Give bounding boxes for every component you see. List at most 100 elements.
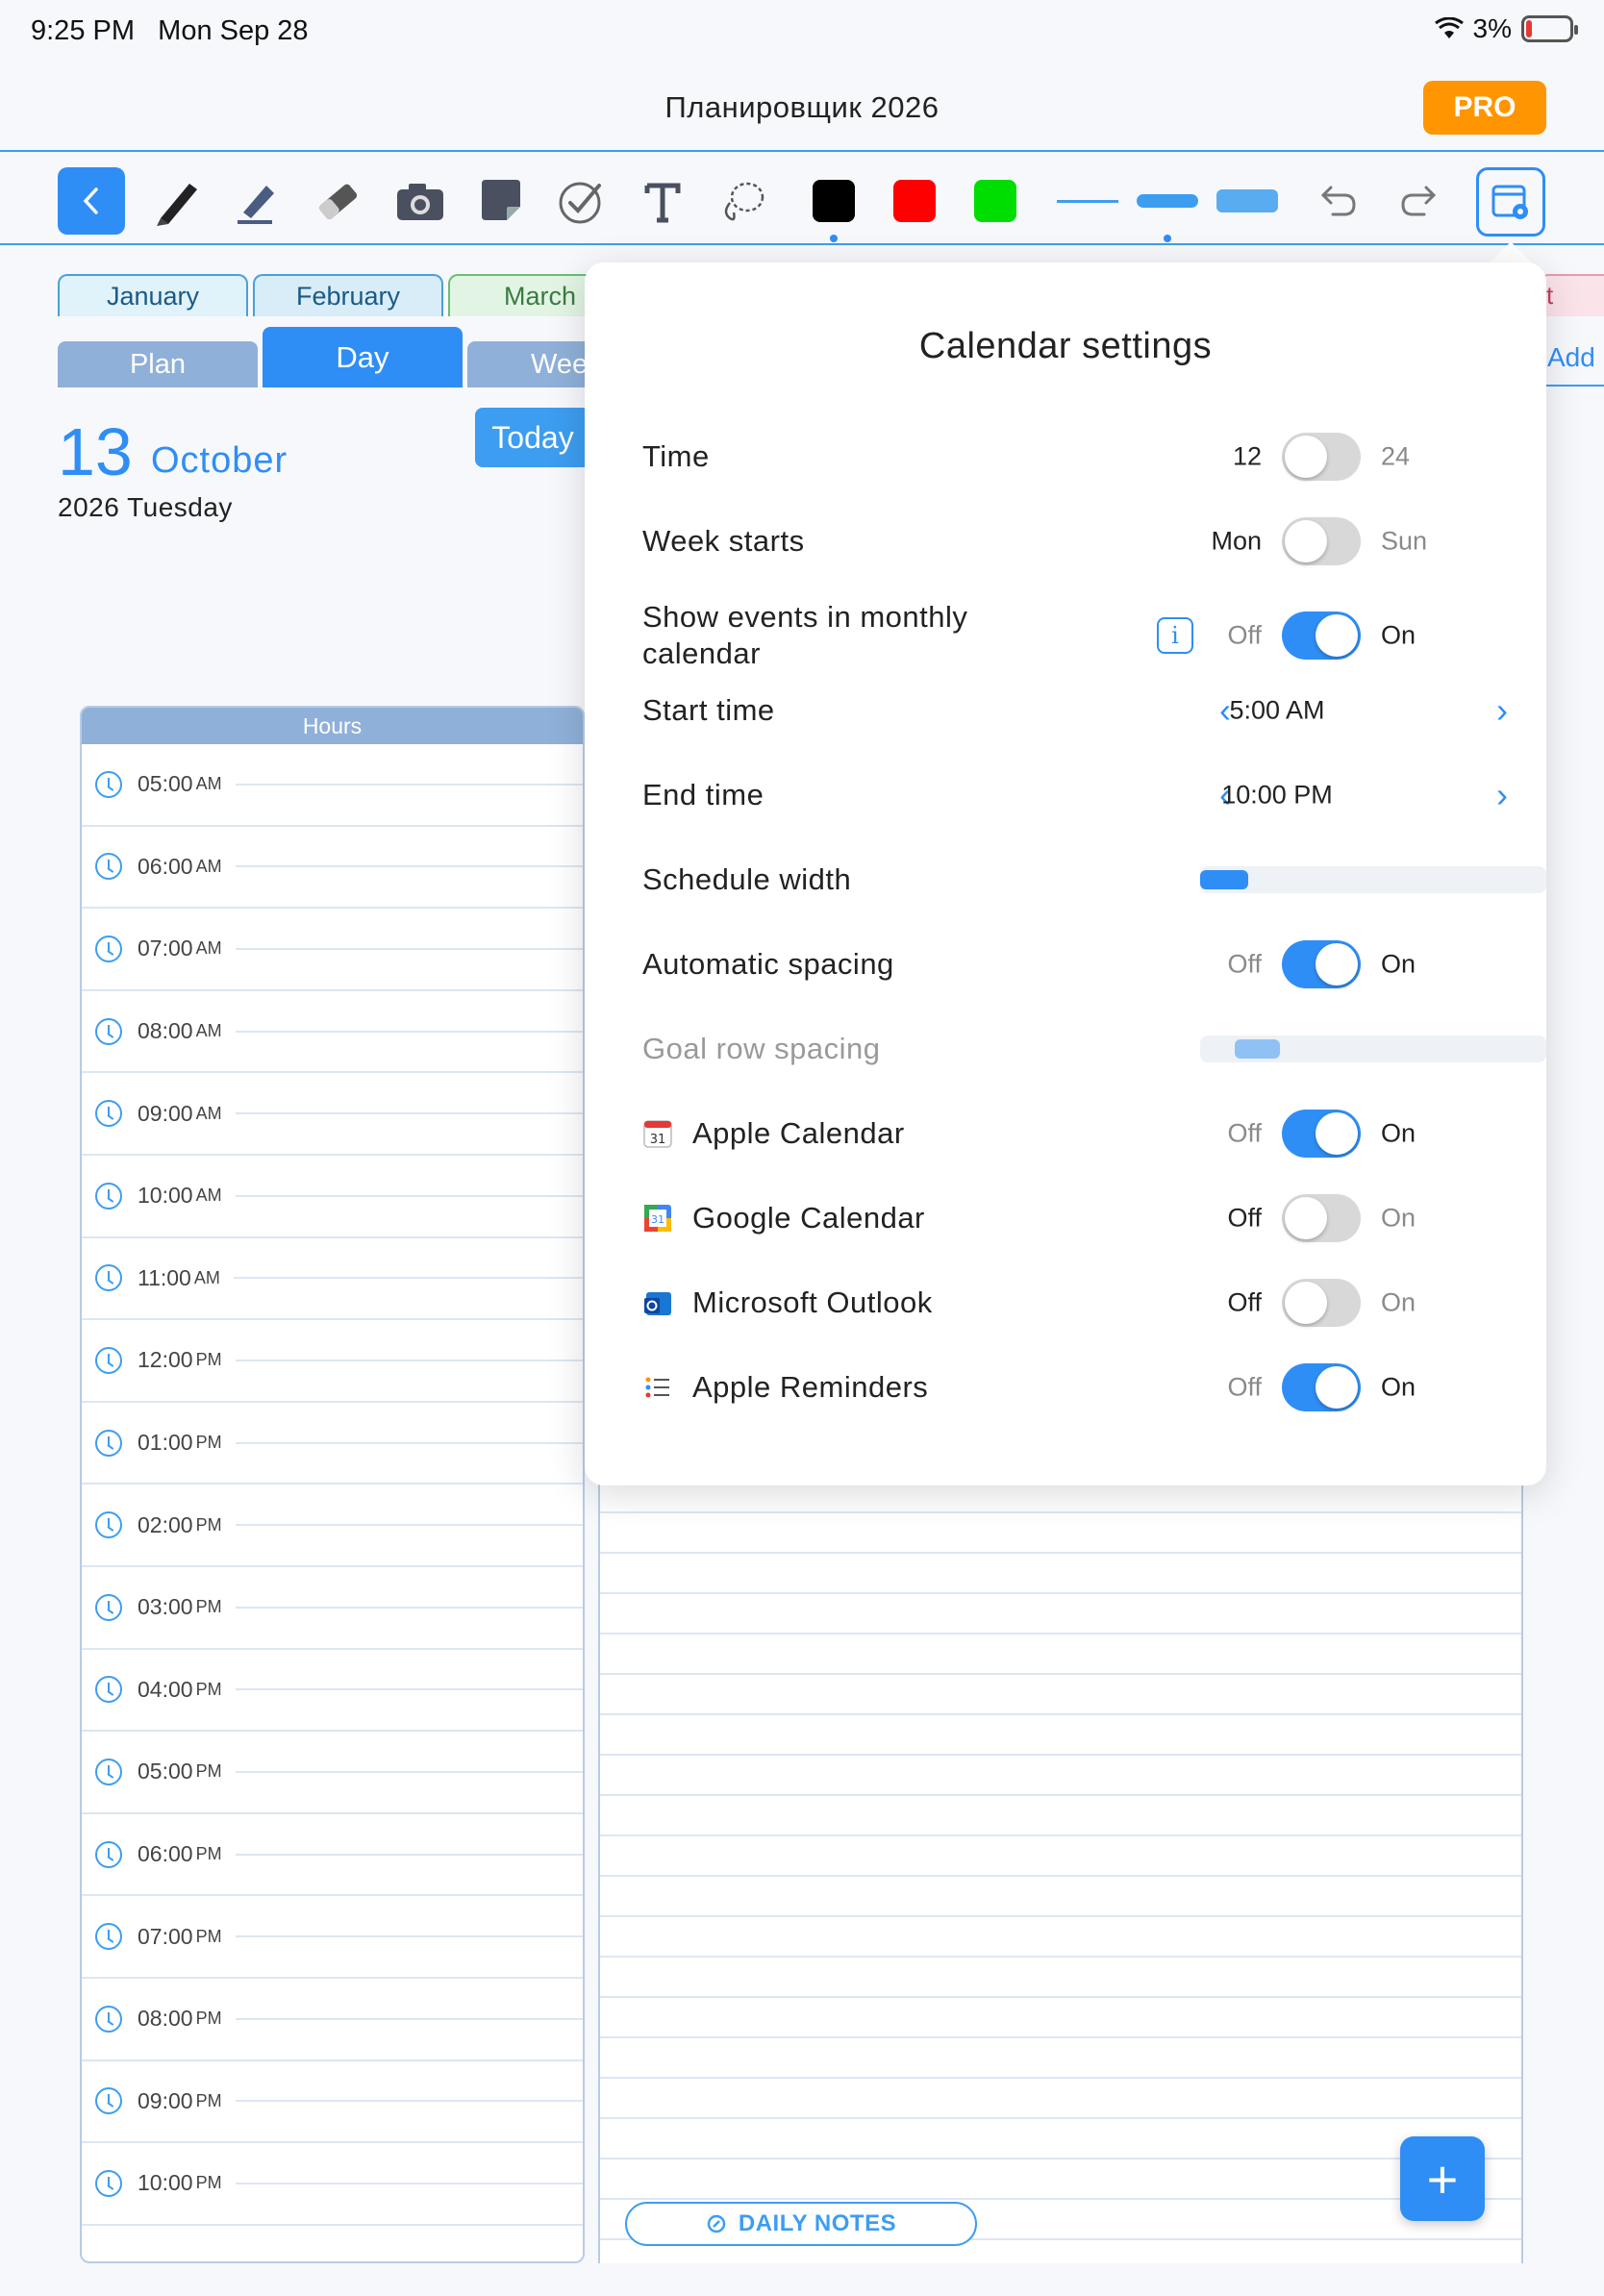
- hour-row[interactable]: 11:00 AM: [82, 1238, 583, 1321]
- chevron-left-icon: [83, 187, 98, 214]
- hour-time: 05:00: [138, 771, 193, 797]
- apple-calendar-toggle[interactable]: [1282, 1110, 1361, 1158]
- hour-row[interactable]: 08:00 AM: [82, 991, 583, 1074]
- schedule-width-slider[interactable]: [1200, 866, 1546, 893]
- outlook-icon: [644, 1292, 671, 1315]
- pro-button[interactable]: PRO: [1423, 81, 1546, 135]
- clock-icon: [95, 1264, 122, 1292]
- clock-icon: [95, 2005, 122, 2033]
- hour-row[interactable]: 03:00 PM: [82, 1567, 583, 1650]
- auto-spacing-toggle[interactable]: [1282, 940, 1361, 988]
- hour-line: [235, 1606, 583, 1609]
- notes-icon: [707, 2214, 726, 2234]
- end-time-value: 10:00 PM: [1221, 780, 1333, 810]
- setting-auto-spacing: Automatic spacing Off On: [642, 936, 1508, 993]
- week-start-toggle[interactable]: [1282, 517, 1361, 565]
- stroke-thin[interactable]: [1054, 167, 1121, 235]
- back-button[interactable]: [58, 167, 125, 235]
- google-calendar-toggle[interactable]: [1282, 1194, 1361, 1242]
- hour-row[interactable]: 09:00 AM: [82, 1073, 583, 1156]
- hour-time: 09:00: [138, 2087, 193, 2113]
- clock-icon: [95, 1923, 122, 1951]
- hour-line: [235, 1194, 583, 1197]
- add-fab-button[interactable]: +: [1400, 2136, 1485, 2221]
- hour-row[interactable]: 01:00 PM: [82, 1403, 583, 1485]
- tab-january[interactable]: January: [58, 274, 248, 316]
- tab-day[interactable]: Day: [263, 327, 463, 387]
- setting-apple-reminders: Apple Reminders Off On: [642, 1359, 1508, 1416]
- start-time-next-chevron-icon[interactable]: ›: [1496, 690, 1508, 731]
- setting-start-time-label: Start time: [642, 693, 775, 727]
- info-icon[interactable]: i: [1157, 617, 1193, 654]
- hour-row[interactable]: 07:00 AM: [82, 909, 583, 991]
- hour-line: [233, 1277, 583, 1280]
- tab-february[interactable]: February: [253, 274, 443, 316]
- calendar-gear-icon: [1491, 185, 1528, 219]
- hour-row[interactable]: 10:00 PM: [82, 2143, 583, 2226]
- hour-row[interactable]: 09:00 PM: [82, 2061, 583, 2144]
- stroke-thick[interactable]: [1214, 167, 1281, 235]
- setting-reminders-label: Apple Reminders: [692, 1370, 929, 1404]
- clock-icon: [95, 2087, 122, 2115]
- hour-row[interactable]: 05:00 PM: [82, 1732, 583, 1814]
- undo-button[interactable]: [1305, 167, 1372, 235]
- setting-show-events-label: Show events in monthly calendar: [642, 600, 968, 670]
- hour-time: 08:00: [138, 1018, 193, 1044]
- hour-ampm: AM: [193, 1267, 220, 1287]
- wifi-icon: [1434, 17, 1464, 38]
- stroke-medium[interactable]: [1131, 167, 1204, 242]
- tab-march[interactable]: March: [448, 274, 602, 316]
- reminders-on-label: On: [1381, 1372, 1416, 1402]
- outlook-toggle[interactable]: [1282, 1279, 1361, 1327]
- sticker-tool[interactable]: [467, 167, 535, 235]
- redo-button[interactable]: [1385, 167, 1452, 235]
- title-bar: Планировщик 2026 PRO: [0, 60, 1604, 152]
- reminders-toggle[interactable]: [1282, 1363, 1361, 1411]
- add-link[interactable]: Add: [1547, 342, 1595, 373]
- hour-row[interactable]: 02:00 PM: [82, 1485, 583, 1567]
- pen-tool[interactable]: [144, 167, 212, 235]
- week-sun-label: Sun: [1381, 526, 1428, 556]
- color-green[interactable]: [962, 167, 1029, 235]
- hour-time: 09:00: [138, 1100, 193, 1126]
- app-title: Планировщик 2026: [664, 90, 940, 124]
- color-black[interactable]: [800, 167, 867, 242]
- end-time-next-chevron-icon[interactable]: ›: [1496, 775, 1508, 815]
- hour-row[interactable]: 04:00 PM: [82, 1650, 583, 1733]
- eraser-tool[interactable]: [304, 167, 371, 235]
- hour-ampm: PM: [195, 1433, 222, 1453]
- calendar-settings-button[interactable]: [1476, 167, 1545, 237]
- hour-ampm: AM: [195, 1103, 222, 1123]
- hour-row[interactable]: 08:00 PM: [82, 1979, 583, 2061]
- setting-week-starts: Week starts Mon Sun: [642, 512, 1508, 570]
- hour-ampm: AM: [195, 938, 222, 959]
- clock-icon: [95, 1758, 122, 1785]
- battery-icon: [1521, 15, 1578, 42]
- setting-show-events: Show events in monthly calendar i Off On: [642, 597, 1508, 674]
- hour-row[interactable]: 12:00 PM: [82, 1320, 583, 1403]
- show-events-toggle[interactable]: [1282, 611, 1361, 660]
- text-tool[interactable]: [629, 167, 696, 235]
- today-button[interactable]: Today: [475, 408, 590, 467]
- hour-row[interactable]: 06:00 AM: [82, 827, 583, 910]
- hour-time: 01:00: [138, 1430, 193, 1456]
- time-format-toggle[interactable]: [1282, 433, 1361, 481]
- daily-notes-button[interactable]: DAILY NOTES: [625, 2202, 977, 2246]
- clock-icon: [95, 935, 122, 962]
- google-calendar-off-label: Off: [1227, 1203, 1262, 1233]
- checkmark-tool[interactable]: [548, 167, 615, 235]
- hour-row[interactable]: 07:00 PM: [82, 1896, 583, 1979]
- highlighter-tool[interactable]: [223, 167, 290, 235]
- slider-fill: [1235, 1039, 1280, 1059]
- tab-week[interactable]: Wee: [467, 341, 592, 387]
- lasso-tool[interactable]: [710, 167, 777, 235]
- tab-plan[interactable]: Plan: [58, 341, 258, 387]
- tab-partial-right[interactable]: t: [1539, 274, 1604, 316]
- hour-row[interactable]: 06:00 PM: [82, 1814, 583, 1897]
- color-red[interactable]: [881, 167, 948, 235]
- hour-line: [235, 1112, 583, 1115]
- hour-ampm: AM: [195, 1185, 222, 1206]
- hour-row[interactable]: 05:00 AM: [82, 744, 583, 827]
- hour-row[interactable]: 10:00 AM: [82, 1156, 583, 1238]
- camera-tool[interactable]: [387, 167, 454, 235]
